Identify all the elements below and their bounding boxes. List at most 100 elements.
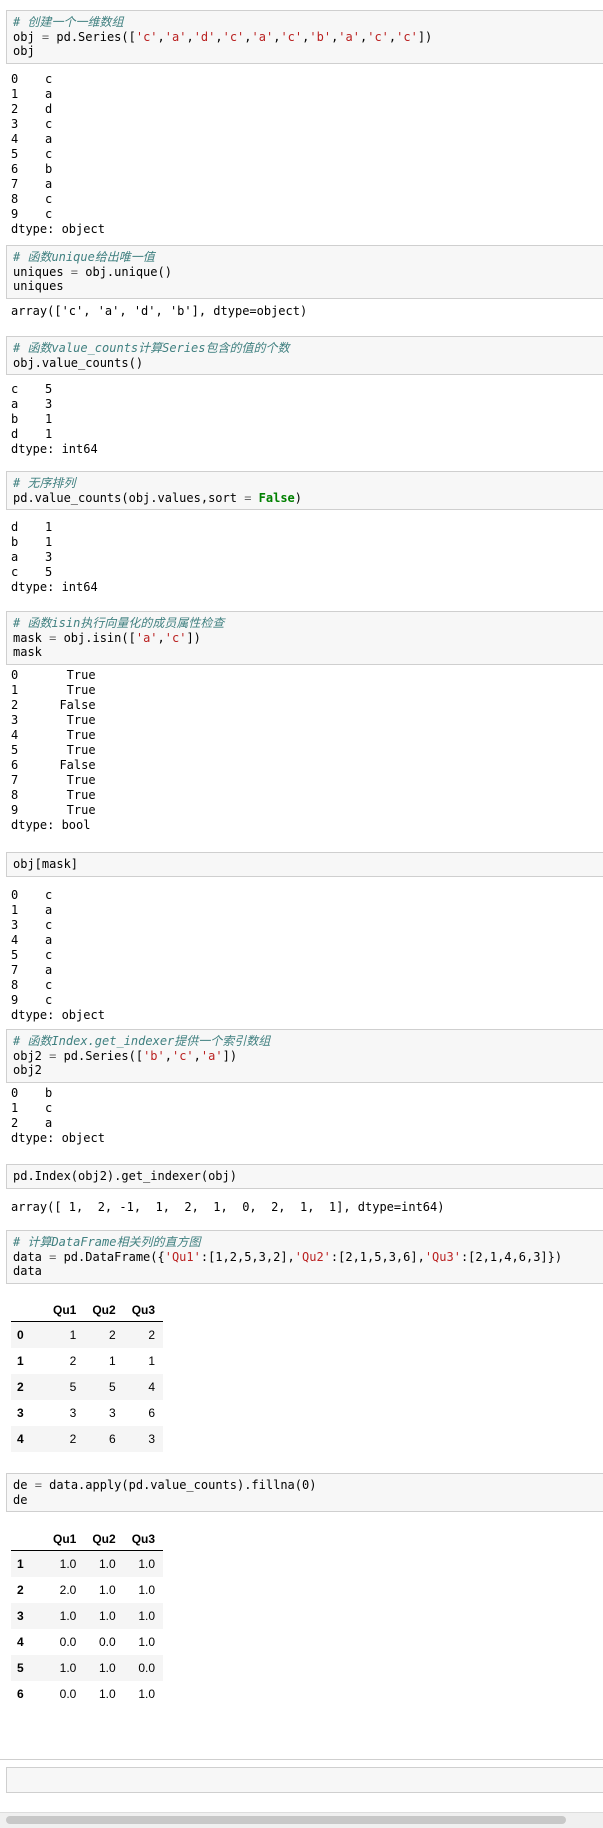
table-cell: 1.0 [138, 1557, 156, 1571]
row-index: 2 [17, 1380, 24, 1394]
code-cell-input[interactable]: pd.Index(obj2).get_indexer(obj) [6, 1164, 603, 1189]
code-cell-input[interactable]: # 计算DataFrame相关列的直方图 data = pd.DataFrame(… [6, 1230, 603, 1284]
table-row: 6 0.0 1.0 1.0 [11, 1681, 163, 1707]
series-index: 3 [11, 117, 19, 131]
code-cell-input[interactable]: # 函数value_counts计算Series包含的值的个数 obj.value… [6, 336, 603, 375]
code-token: , [186, 29, 194, 44]
code-cell-input[interactable]: # 函数unique给出唯一值 uniques = obj.unique() uni… [6, 245, 603, 299]
column-header [11, 1516, 45, 1551]
code-line: mask [13, 645, 597, 660]
table-row: 4 2 6 3 [11, 1426, 164, 1452]
column-header: Qu2 [84, 1516, 124, 1551]
code-line: # 创建一个一维数组 [13, 15, 597, 30]
series-row: 9c [11, 993, 105, 1008]
series-value: 1 [45, 427, 53, 441]
code-token: :[2,1,4,6,3]}) [460, 1249, 563, 1264]
code-cell-input[interactable]: obj[mask] [6, 852, 603, 877]
series-index: d [11, 520, 19, 534]
code-string: 'c' [135, 29, 158, 44]
code-string: 'a' [164, 29, 187, 44]
series-index: 3 [11, 918, 19, 932]
scrollbar-thumb[interactable] [6, 1816, 566, 1824]
series-index: b [11, 412, 19, 426]
code-cell-input[interactable]: # 无序排列 pd.value_counts(obj.values,sort = … [6, 471, 603, 510]
table-cell: 1.0 [99, 1687, 116, 1701]
series-row: 0b [11, 1086, 105, 1101]
code-cell-input[interactable]: # 函数isin执行向量化的成员属性检查 mask = obj.isin(['a'… [6, 611, 603, 665]
series-value: True [45, 743, 96, 757]
table-row: 2 5 5 4 [11, 1374, 164, 1400]
code-string: 'c' [171, 1048, 194, 1063]
series-row: 8c [11, 978, 105, 993]
series-index: 6 [11, 758, 19, 772]
code-cell-input[interactable]: # 函数Index.get_indexer提供一个索引数组 obj2 = pd.S… [6, 1029, 603, 1083]
cell-output: 0 True 1 True 2 False 3 True 4 True 5 True 6 F… [11, 668, 96, 833]
code-token: ]) [222, 1048, 238, 1063]
series-index: 2 [11, 698, 19, 712]
code-token: pd.Series([ [49, 29, 136, 44]
code-comment: # 函数isin执行向量化的成员属性检查 [13, 616, 225, 630]
table-header-row: Qu1 Qu2 Qu3 [11, 1287, 164, 1322]
code-token: pd.value_counts(obj.values,sort [13, 490, 245, 505]
code-token: uniques [13, 264, 71, 279]
series-value: True [45, 683, 96, 697]
row-index: 5 [17, 1661, 24, 1675]
code-token: ) [294, 490, 303, 505]
code-token: obj.isin([ [56, 630, 136, 645]
table-cell: 1.0 [138, 1635, 156, 1649]
code-token: pd.Index(obj2).get_indexer(obj) [13, 1169, 237, 1183]
code-token: , [164, 1048, 172, 1063]
series-row: 2d [11, 102, 105, 117]
series-row: 3 True [11, 713, 96, 728]
horizontal-scrollbar[interactable] [0, 1812, 603, 1828]
row-index: 1 [17, 1354, 24, 1368]
series-value: False [45, 698, 96, 712]
code-token: = [34, 1478, 42, 1492]
table-cell: 1.0 [59, 1661, 77, 1675]
series-value: True [45, 728, 96, 742]
series-index: 0 [11, 72, 19, 86]
code-line: de [13, 1493, 597, 1508]
code-token: , [193, 1048, 201, 1063]
code-token: :[2,1,5,3,6], [330, 1249, 425, 1264]
cell-output: 0 b 1 c 2 a dtype: object [11, 1086, 105, 1146]
table-row: 4 0.0 0.0 1.0 [11, 1629, 163, 1655]
cell-output: 0 c 1 a 2 d 3 c 4 a 5 c 6 b 7 a 8 c 9 c dtype: object [11, 72, 105, 237]
code-comment: # 计算DataFrame相关列的直方图 [13, 1235, 201, 1249]
series-row: 4a [11, 933, 105, 948]
series-row: d1 [11, 427, 98, 442]
code-comment: # 无序排列 [13, 476, 76, 490]
series-row: 0 True [11, 668, 96, 683]
series-index: d [11, 427, 19, 441]
series-index: c [11, 565, 19, 579]
table-cell: 4 [148, 1380, 156, 1394]
table-cell: 3 [69, 1406, 77, 1420]
series-index: 6 [11, 162, 19, 176]
series-value: True [45, 713, 96, 727]
code-string: 'Qu2' [294, 1249, 331, 1264]
cell-output: 0 c 1 a 3 c 4 a 5 c 7 a 8 c 9 c dtype: object [11, 888, 105, 1023]
column-header: Qu1 [45, 1287, 85, 1322]
column-header [11, 1287, 45, 1322]
code-line: # 计算DataFrame相关列的直方图 [13, 1235, 597, 1250]
code-cell-input[interactable]: # 创建一个一维数组 obj = pd.Series(['c','a','d','… [6, 10, 603, 64]
code-string: 'c' [222, 29, 245, 44]
empty-code-cell[interactable] [6, 1767, 603, 1793]
code-comment: # 函数unique给出唯一值 [13, 250, 155, 264]
series-row: 1 True [11, 683, 96, 698]
series-value: c [45, 888, 53, 902]
code-cell-input[interactable]: de = data.apply(pd.value_counts).fillna(… [6, 1473, 603, 1512]
series-index: 7 [11, 963, 19, 977]
row-index: 4 [17, 1432, 24, 1446]
series-index: 4 [11, 728, 19, 742]
series-index: 0 [11, 888, 19, 902]
series-value: b [45, 1086, 53, 1100]
code-token: de [13, 1492, 28, 1507]
table-header-row: Qu1 Qu2 Qu3 [11, 1516, 164, 1551]
series-value: 3 [45, 397, 53, 411]
column-header: Qu3 [123, 1287, 164, 1322]
series-index: 0 [11, 668, 19, 682]
table-cell: 2 [69, 1354, 77, 1368]
row-index: 3 [17, 1406, 24, 1420]
table-row: 5 1.0 1.0 0.0 [11, 1655, 164, 1681]
